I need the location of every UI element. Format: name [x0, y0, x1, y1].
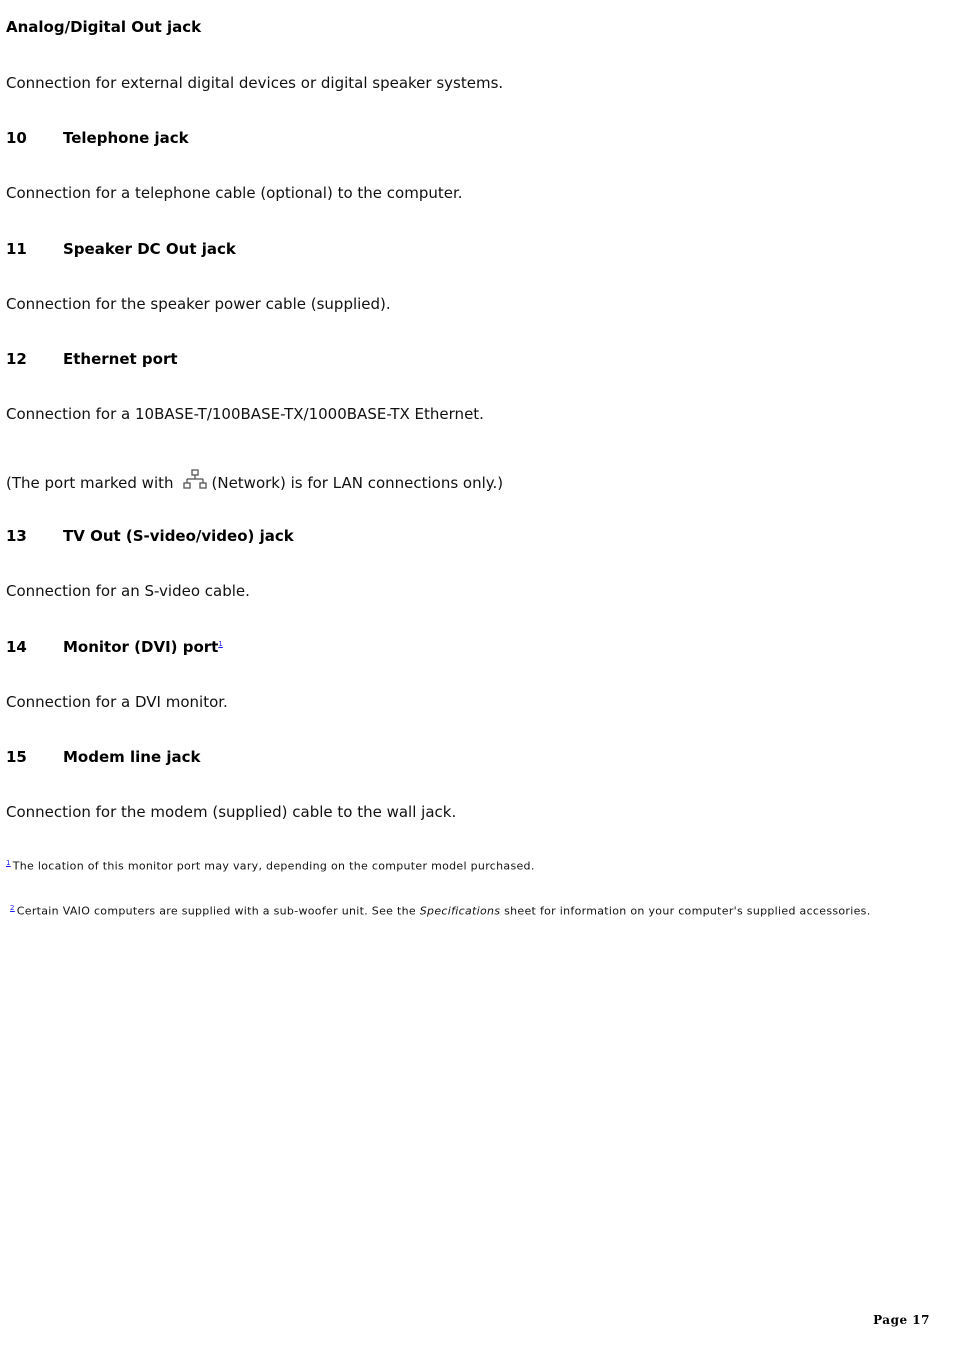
heading-number: 14: [6, 638, 27, 656]
section-heading-tv-out: 13 TV Out (S-video/video) jack: [6, 527, 294, 545]
section-desc-analog-digital-out: Connection for external digital devices …: [6, 74, 504, 92]
heading-number: 10: [6, 129, 27, 147]
section-desc-tv-out: Connection for an S-video cable.: [6, 582, 250, 600]
heading-number: 13: [6, 527, 27, 545]
footnote-ref-2[interactable]: 2: [10, 904, 15, 912]
footnote-link-1[interactable]: 1: [218, 640, 222, 648]
heading-title: Telephone jack: [63, 129, 189, 147]
ethernet-lan-note: (The port marked with (Network) is for LA…: [6, 469, 503, 492]
heading-title: Monitor (DVI) port: [63, 638, 219, 656]
footnote-text: The location of this monitor port may va…: [12, 859, 535, 873]
section-desc-speaker-dc-out: Connection for the speaker power cable (…: [6, 295, 391, 313]
footnote-italic-specifications: Specifications: [419, 904, 501, 918]
footnote-1: 1 The location of this monitor port may v…: [6, 859, 535, 873]
note-text-before: (The port marked with: [6, 474, 174, 492]
section-heading-monitor-dvi: 14 Monitor (DVI) port1: [6, 638, 223, 656]
heading-title: Modem line jack: [63, 748, 201, 766]
network-icon: [182, 469, 208, 491]
footnote-2: 2 Certain VAIO computers are supplied wit…: [10, 904, 871, 918]
heading-title: Ethernet port: [63, 350, 178, 368]
footnote-ref-1[interactable]: 1: [6, 859, 11, 867]
section-desc-modem-line: Connection for the modem (supplied) cabl…: [6, 803, 457, 821]
heading-number: 15: [6, 748, 27, 766]
heading-title: Speaker DC Out jack: [63, 240, 236, 258]
section-heading-telephone-jack: 10 Telephone jack: [6, 129, 189, 147]
page-number: Page 17: [873, 1313, 930, 1327]
section-heading-analog-digital-out: Analog/Digital Out jack: [6, 18, 201, 36]
section-desc-telephone-jack: Connection for a telephone cable (option…: [6, 184, 463, 202]
heading-number: 11: [6, 240, 27, 258]
footnote-text-after: sheet for information on your computer's…: [500, 904, 871, 918]
note-text-after: (Network) is for LAN connections only.): [211, 474, 504, 492]
section-heading-modem-line: 15 Modem line jack: [6, 748, 200, 766]
section-heading-speaker-dc-out: 11 Speaker DC Out jack: [6, 240, 236, 258]
heading-title: Analog/Digital Out jack: [6, 18, 202, 36]
heading-number: 12: [6, 350, 27, 368]
footnote-text-before: Certain VAIO computers are supplied with…: [16, 904, 420, 918]
heading-title: TV Out (S-video/video) jack: [63, 527, 294, 545]
section-desc-monitor-dvi: Connection for a DVI monitor.: [6, 693, 228, 711]
section-heading-ethernet-port: 12 Ethernet port: [6, 350, 178, 368]
section-desc-ethernet-port: Connection for a 10BASE-T/100BASE-TX/100…: [6, 405, 484, 423]
